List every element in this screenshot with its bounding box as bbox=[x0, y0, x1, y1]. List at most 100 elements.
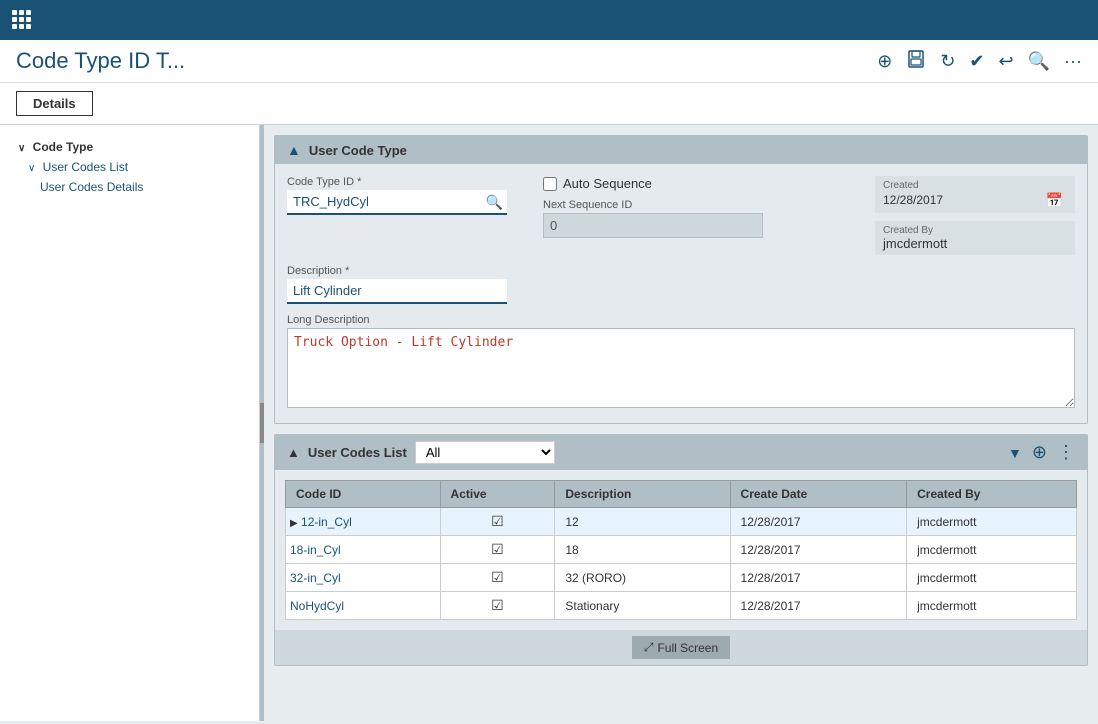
content-area: ▲ User Code Type Code Type ID * 🔍 bbox=[264, 125, 1098, 721]
search-icon[interactable]: 🔍 bbox=[1028, 51, 1050, 72]
fullscreen-label: Full Screen bbox=[657, 641, 718, 655]
code-type-id-input-wrap: 🔍 bbox=[287, 190, 507, 215]
next-seq-id-value: 0 bbox=[543, 213, 763, 238]
col-header-description: Description bbox=[555, 481, 730, 508]
col-header-created-by: Created By bbox=[907, 481, 1077, 508]
panel-2-body: Code ID Active Description Create Date C… bbox=[275, 470, 1087, 630]
fullscreen-icon: ⤢ bbox=[644, 640, 654, 655]
description-group: Description * bbox=[287, 265, 507, 304]
table-row[interactable]: 18-in_Cyl ☑ 1812/28/2017jmcdermott bbox=[286, 536, 1077, 564]
col-header-active: Active bbox=[440, 481, 555, 508]
table-row[interactable]: ▶ 12-in_Cyl ☑ 1212/28/2017jmcdermott bbox=[286, 508, 1077, 536]
created-by-cell: jmcdermott bbox=[907, 564, 1077, 592]
active-check-icon: ☑ bbox=[491, 513, 504, 529]
active-cell: ☑ bbox=[440, 536, 555, 564]
created-by-value: jmcdermott bbox=[883, 236, 1067, 251]
auto-sequence-group: Auto Sequence Next Sequence ID 0 bbox=[543, 176, 763, 238]
resize-handle[interactable] bbox=[260, 125, 264, 721]
lookup-icon[interactable]: 🔍 bbox=[486, 194, 503, 211]
code-id-link[interactable]: NoHydCyl bbox=[290, 599, 344, 613]
row-arrow-cell: 32-in_Cyl bbox=[286, 564, 441, 592]
active-check-icon: ☑ bbox=[491, 541, 504, 557]
table-row[interactable]: 32-in_Cyl ☑ 32 (RORO)12/28/2017jmcdermott bbox=[286, 564, 1077, 592]
description-cell: 12 bbox=[555, 508, 730, 536]
page-title: Code Type ID T... bbox=[16, 48, 185, 74]
create-date-cell: 12/28/2017 bbox=[730, 564, 907, 592]
row-arrow-cell: ▶ 12-in_Cyl bbox=[286, 508, 441, 536]
description-label: Description * bbox=[287, 265, 507, 277]
description-cell: 18 bbox=[555, 536, 730, 564]
collapse-panel-2-btn[interactable]: ▲ bbox=[287, 445, 300, 460]
panel-1-title: User Code Type bbox=[309, 143, 407, 158]
next-seq-id-label: Next Sequence ID bbox=[543, 199, 763, 211]
form-row-1: Code Type ID * 🔍 Auto Sequence bbox=[287, 176, 1075, 255]
add-icon[interactable]: ⊕ bbox=[877, 51, 892, 72]
panel-more-icon[interactable]: ⋮ bbox=[1057, 442, 1075, 463]
table-row[interactable]: NoHydCyl ☑ Stationary12/28/2017jmcdermott bbox=[286, 592, 1077, 620]
row-arrow-cell: 18-in_Cyl bbox=[286, 536, 441, 564]
long-desc-label: Long Description bbox=[287, 314, 1075, 326]
refresh-icon[interactable]: ↻ bbox=[940, 51, 955, 72]
panel-1-header: ▲ User Code Type bbox=[275, 136, 1087, 164]
long-desc-textarea[interactable]: Truck Option - Lift Cylinder bbox=[287, 328, 1075, 408]
active-cell: ☑ bbox=[440, 592, 555, 620]
created-by-cell: jmcdermott bbox=[907, 508, 1077, 536]
tab-bar: Details bbox=[0, 83, 1098, 125]
caret-icon: ∨ bbox=[18, 143, 25, 154]
calendar-icon[interactable]: 📅 bbox=[1046, 192, 1063, 209]
created-by-label: Created By bbox=[883, 225, 1067, 236]
undo-icon[interactable]: ↩ bbox=[999, 51, 1014, 72]
fullscreen-button[interactable]: ⤢ Full Screen bbox=[632, 636, 730, 659]
main-layout: ∨ Code Type ∨ User Codes List User Codes… bbox=[0, 125, 1098, 721]
sidebar-item-code-type[interactable]: ∨ Code Type bbox=[12, 137, 247, 157]
add-row-icon[interactable]: ⊕ bbox=[1032, 442, 1047, 463]
top-bar bbox=[0, 0, 1098, 40]
created-by-cell: jmcdermott bbox=[907, 536, 1077, 564]
form-row-2: Description * bbox=[287, 265, 1075, 304]
collapse-panel-1-btn[interactable]: ▲ bbox=[287, 142, 301, 158]
details-tab[interactable]: Details bbox=[16, 91, 93, 116]
more-icon[interactable]: ··· bbox=[1064, 51, 1082, 72]
code-id-link[interactable]: 18-in_Cyl bbox=[290, 543, 341, 557]
code-type-id-group: Code Type ID * 🔍 bbox=[287, 176, 507, 215]
col-header-create-date: Create Date bbox=[730, 481, 907, 508]
create-date-cell: 12/28/2017 bbox=[730, 536, 907, 564]
sidebar-item-user-codes-list[interactable]: ∨ User Codes List bbox=[12, 157, 247, 177]
long-desc-area: Long Description Truck Option - Lift Cyl… bbox=[287, 314, 1075, 411]
created-input bbox=[883, 191, 1063, 209]
description-cell: Stationary bbox=[555, 592, 730, 620]
panel-2-actions: ▼ ⊕ ⋮ bbox=[1008, 442, 1075, 463]
sidebar: ∨ Code Type ∨ User Codes List User Codes… bbox=[0, 125, 260, 721]
col-header-code-id: Code ID bbox=[286, 481, 441, 508]
fullscreen-bar: ⤢ Full Screen bbox=[275, 630, 1087, 665]
header-actions: ⊕ ↻ ✔ ↩ 🔍 ··· bbox=[877, 49, 1082, 74]
code-type-id-input[interactable] bbox=[287, 190, 507, 215]
create-date-cell: 12/28/2017 bbox=[730, 592, 907, 620]
created-by-cell: jmcdermott bbox=[907, 592, 1077, 620]
caret-icon-2: ∨ bbox=[28, 163, 35, 174]
user-codes-list-panel: ▲ User Codes List All Active Inactive ▼ … bbox=[274, 434, 1088, 666]
sidebar-item-user-codes-details[interactable]: User Codes Details bbox=[12, 177, 247, 197]
panel-2-header: ▲ User Codes List All Active Inactive ▼ … bbox=[275, 435, 1087, 470]
code-id-link[interactable]: 12-in_Cyl bbox=[301, 515, 352, 529]
panel-1-body: Code Type ID * 🔍 Auto Sequence bbox=[275, 164, 1087, 423]
description-cell: 32 (RORO) bbox=[555, 564, 730, 592]
active-check-icon: ☑ bbox=[491, 597, 504, 613]
created-label: Created bbox=[883, 180, 1067, 191]
row-arrow-cell: NoHydCyl bbox=[286, 592, 441, 620]
create-date-cell: 12/28/2017 bbox=[730, 508, 907, 536]
filter-select[interactable]: All Active Inactive bbox=[415, 441, 555, 464]
row-arrow-icon: ▶ bbox=[290, 518, 298, 529]
checkmark-icon[interactable]: ✔ bbox=[969, 51, 984, 72]
auto-sequence-checkbox[interactable] bbox=[543, 177, 557, 191]
active-cell: ☑ bbox=[440, 508, 555, 536]
code-id-link[interactable]: 32-in_Cyl bbox=[290, 571, 341, 585]
app-grid-icon[interactable] bbox=[12, 10, 32, 30]
save-icon[interactable] bbox=[906, 49, 926, 74]
created-group: Created 📅 Created By jmcdermott bbox=[875, 176, 1075, 255]
description-input[interactable] bbox=[287, 279, 507, 304]
filter-icon[interactable]: ▼ bbox=[1008, 445, 1022, 461]
active-check-icon: ☑ bbox=[491, 569, 504, 585]
auto-sequence-row: Auto Sequence bbox=[543, 176, 763, 191]
created-input-wrap: 📅 bbox=[883, 191, 1067, 209]
